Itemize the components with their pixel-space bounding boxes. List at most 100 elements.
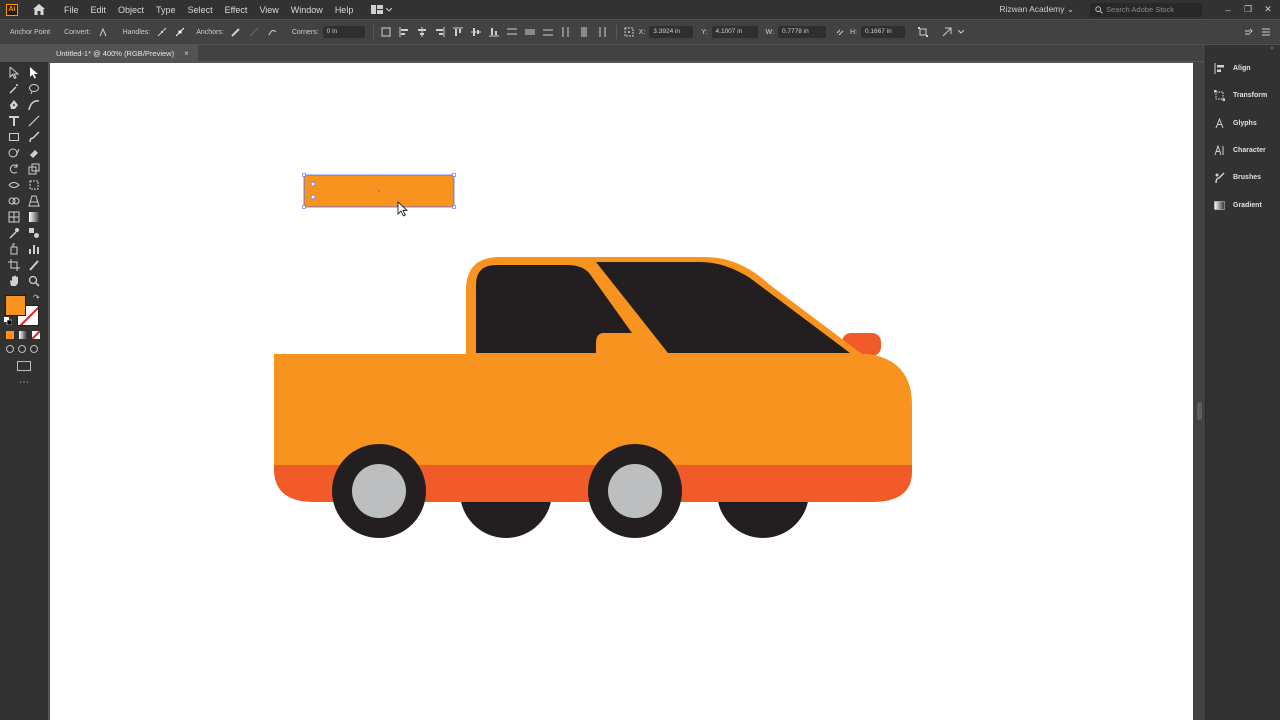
minimize-button[interactable]: –: [1220, 5, 1236, 15]
selection-handle[interactable]: [452, 205, 456, 209]
align-left-icon[interactable]: [398, 26, 410, 38]
arrange-documents-button[interactable]: [371, 5, 393, 14]
blend-tool-icon[interactable]: [24, 225, 44, 241]
cut-path-icon[interactable]: [266, 26, 278, 38]
isolate-selection-icon[interactable]: [941, 26, 953, 38]
selection-handle[interactable]: [452, 173, 456, 177]
reference-point-locator-icon[interactable]: [623, 26, 635, 38]
show-handles-icon[interactable]: [156, 26, 168, 38]
menu-object[interactable]: Object: [112, 5, 150, 15]
eraser-tool-icon[interactable]: [24, 145, 44, 161]
distribute-top-icon[interactable]: [506, 26, 518, 38]
menu-effect[interactable]: Effect: [219, 5, 254, 15]
search-stock-field[interactable]: Search Adobe Stock: [1090, 2, 1202, 17]
align-middle-icon[interactable]: [470, 26, 482, 38]
transform-icon[interactable]: [917, 26, 929, 38]
vertical-scrollbar[interactable]: [1193, 62, 1205, 720]
draw-normal-icon[interactable]: [6, 345, 14, 353]
panel-transform[interactable]: Transform: [1206, 82, 1280, 109]
collapse-panels-icon[interactable]: «: [1206, 45, 1280, 55]
draw-behind-icon[interactable]: [18, 345, 26, 353]
workspace-switcher[interactable]: Rizwan Academy ⌄: [999, 4, 1074, 15]
edit-toolbar-icon[interactable]: ⋯: [19, 377, 48, 388]
lasso-tool-icon[interactable]: [24, 81, 44, 97]
selection-handle[interactable]: [302, 205, 306, 209]
align-right-icon[interactable]: [434, 26, 446, 38]
corner-widget[interactable]: [310, 194, 316, 200]
panel-brushes[interactable]: Brushes: [1206, 164, 1280, 191]
close-tab-icon[interactable]: ×: [184, 49, 189, 58]
menu-help[interactable]: Help: [329, 5, 360, 15]
default-fill-stroke-icon[interactable]: [4, 317, 12, 325]
shape-builder-tool-icon[interactable]: [4, 193, 24, 209]
mesh-tool-icon[interactable]: [4, 209, 24, 225]
artboard-tool-icon[interactable]: [4, 257, 24, 273]
swap-fill-stroke-icon[interactable]: ↷: [33, 293, 40, 302]
type-tool-icon[interactable]: [4, 113, 24, 129]
reference-point-icon[interactable]: [380, 26, 392, 38]
eyedropper-tool-icon[interactable]: [4, 225, 24, 241]
panel-character[interactable]: Character: [1206, 137, 1280, 164]
align-bottom-icon[interactable]: [488, 26, 500, 38]
panel-align[interactable]: Align: [1206, 55, 1280, 82]
selection-tool-icon[interactable]: [4, 65, 24, 81]
align-center-icon[interactable]: [416, 26, 428, 38]
restore-button[interactable]: ❐: [1240, 4, 1256, 15]
x-position-field[interactable]: 3.3924 in: [649, 26, 694, 38]
align-top-icon[interactable]: [452, 26, 464, 38]
chevron-down-icon[interactable]: [955, 26, 967, 38]
distribute-center-icon[interactable]: [578, 26, 590, 38]
corner-widget[interactable]: [310, 181, 316, 187]
draw-inside-icon[interactable]: [30, 345, 38, 353]
close-window-button[interactable]: ✕: [1260, 4, 1276, 15]
menu-select[interactable]: Select: [182, 5, 219, 15]
screen-mode-icon[interactable]: [17, 361, 31, 371]
pen-tool-icon[interactable]: [4, 97, 24, 113]
curvature-tool-icon[interactable]: [24, 97, 44, 113]
zoom-tool-icon[interactable]: [24, 273, 44, 289]
distribute-left-icon[interactable]: [560, 26, 572, 38]
menu-view[interactable]: View: [253, 5, 284, 15]
menu-type[interactable]: Type: [150, 5, 182, 15]
panel-gradient[interactable]: Gradient: [1206, 191, 1280, 218]
menu-window[interactable]: Window: [285, 5, 329, 15]
color-mode-icon[interactable]: [6, 331, 14, 339]
gradient-tool-icon[interactable]: [24, 209, 44, 225]
slice-tool-icon[interactable]: [24, 257, 44, 273]
paintbrush-tool-icon[interactable]: [24, 129, 44, 145]
direct-selection-tool-icon[interactable]: [24, 65, 44, 81]
hand-tool-icon[interactable]: [4, 273, 24, 289]
distribute-bottom-icon[interactable]: [542, 26, 554, 38]
shaper-tool-icon[interactable]: [4, 145, 24, 161]
gradient-mode-icon[interactable]: [19, 331, 27, 339]
document-tab[interactable]: Untitled-1* @ 400% (RGB/Preview) ×: [48, 45, 198, 61]
width-tool-icon[interactable]: [4, 177, 24, 193]
menu-file[interactable]: File: [58, 5, 85, 15]
home-icon[interactable]: [32, 3, 46, 17]
magic-wand-tool-icon[interactable]: [4, 81, 24, 97]
symbol-sprayer-tool-icon[interactable]: [4, 241, 24, 257]
canvas-area[interactable]: [48, 62, 1205, 720]
constrain-proportions-icon[interactable]: [834, 26, 846, 38]
width-field[interactable]: 0.7778 in: [777, 26, 826, 38]
convert-to-corner-icon[interactable]: [97, 26, 109, 38]
menu-edit[interactable]: Edit: [85, 5, 113, 15]
none-mode-icon[interactable]: [32, 331, 40, 339]
column-graph-tool-icon[interactable]: [24, 241, 44, 257]
hamburger-menu-icon[interactable]: [1260, 26, 1272, 38]
remove-anchor-icon[interactable]: [230, 26, 242, 38]
selection-handle[interactable]: [302, 173, 306, 177]
rectangle-tool-icon[interactable]: [4, 129, 24, 145]
corners-field[interactable]: 0 in: [322, 26, 365, 38]
panel-options-icon[interactable]: [1242, 26, 1254, 38]
height-field[interactable]: 0.1667 in: [860, 26, 905, 38]
rotate-tool-icon[interactable]: [4, 161, 24, 177]
perspective-grid-tool-icon[interactable]: [24, 193, 44, 209]
artboard[interactable]: [50, 63, 1193, 720]
hide-handles-icon[interactable]: [174, 26, 186, 38]
connect-anchors-icon[interactable]: [248, 26, 260, 38]
scale-tool-icon[interactable]: [24, 161, 44, 177]
y-position-field[interactable]: 4.1007 in: [711, 26, 758, 38]
free-transform-tool-icon[interactable]: [24, 177, 44, 193]
distribute-right-icon[interactable]: [596, 26, 608, 38]
